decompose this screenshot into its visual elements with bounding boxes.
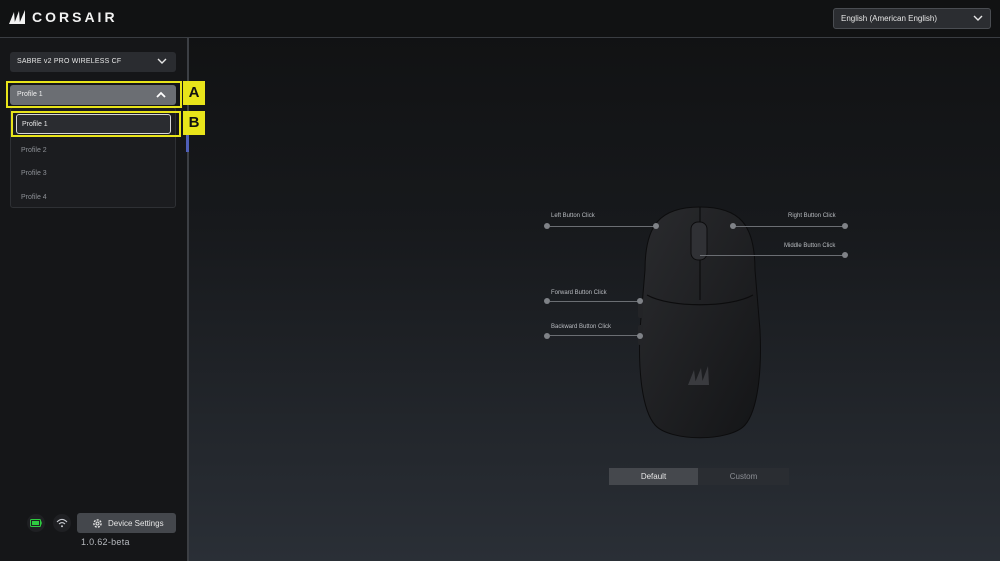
left-button-anchor (653, 223, 659, 229)
device-settings-label: Device Settings (108, 518, 164, 528)
wireless-icon (53, 514, 71, 532)
middle-button-leader (700, 255, 845, 256)
callout-a-box (6, 81, 182, 108)
callout-b-label: B (183, 111, 205, 135)
language-select[interactable]: English (American English) (833, 8, 991, 29)
gear-icon (93, 518, 102, 528)
callout-b-box (11, 111, 181, 137)
battery-icon (27, 514, 45, 532)
forward-button-label: Forward Button Click (551, 290, 607, 296)
left-button-leader (550, 226, 657, 227)
language-value: English (American English) (841, 14, 938, 23)
mouse-diagram: Left Button Click Right Button Click Mid… (530, 200, 860, 450)
forward-button-leader (550, 301, 640, 302)
device-name: SABRE v2 PRO WIRELESS CF (17, 58, 122, 65)
top-bar: CORSAIR English (American English) (0, 0, 1000, 38)
forward-button-anchor (637, 298, 643, 304)
left-button-label: Left Button Click (551, 213, 595, 219)
corsair-logo: CORSAIR (8, 9, 118, 25)
middle-button-label: Middle Button Click (784, 243, 836, 249)
forward-button-dot[interactable] (544, 298, 550, 304)
backward-button-label: Backward Button Click (551, 324, 612, 330)
corsair-sails-icon (9, 10, 25, 24)
status-icons (27, 514, 71, 532)
chevron-down-icon (157, 58, 167, 64)
chevron-down-icon (973, 15, 983, 21)
right-button-label: Right Button Click (788, 213, 836, 219)
profile-option-4[interactable]: Profile 4 (21, 188, 166, 208)
profile-option-2[interactable]: Profile 2 (21, 141, 166, 161)
brand-name: CORSAIR (32, 9, 118, 25)
right-button-anchor (730, 223, 736, 229)
right-button-leader (735, 226, 845, 227)
device-select[interactable]: SABRE v2 PRO WIRELESS CF (10, 52, 176, 72)
backward-button-anchor (637, 333, 643, 339)
callout-a-label: A (183, 81, 205, 105)
default-mode-button[interactable]: Default (609, 468, 698, 485)
custom-mode-button[interactable]: Custom (698, 468, 789, 485)
profile-option-3[interactable]: Profile 3 (21, 164, 166, 184)
left-button-dot[interactable] (544, 223, 550, 229)
middle-button-dot[interactable] (842, 252, 848, 258)
backward-button-dot[interactable] (544, 333, 550, 339)
device-settings-button[interactable]: Device Settings (77, 513, 176, 533)
backward-button-leader (550, 335, 640, 336)
app-version: 1.0.62-beta (81, 537, 130, 547)
right-button-dot[interactable] (842, 223, 848, 229)
